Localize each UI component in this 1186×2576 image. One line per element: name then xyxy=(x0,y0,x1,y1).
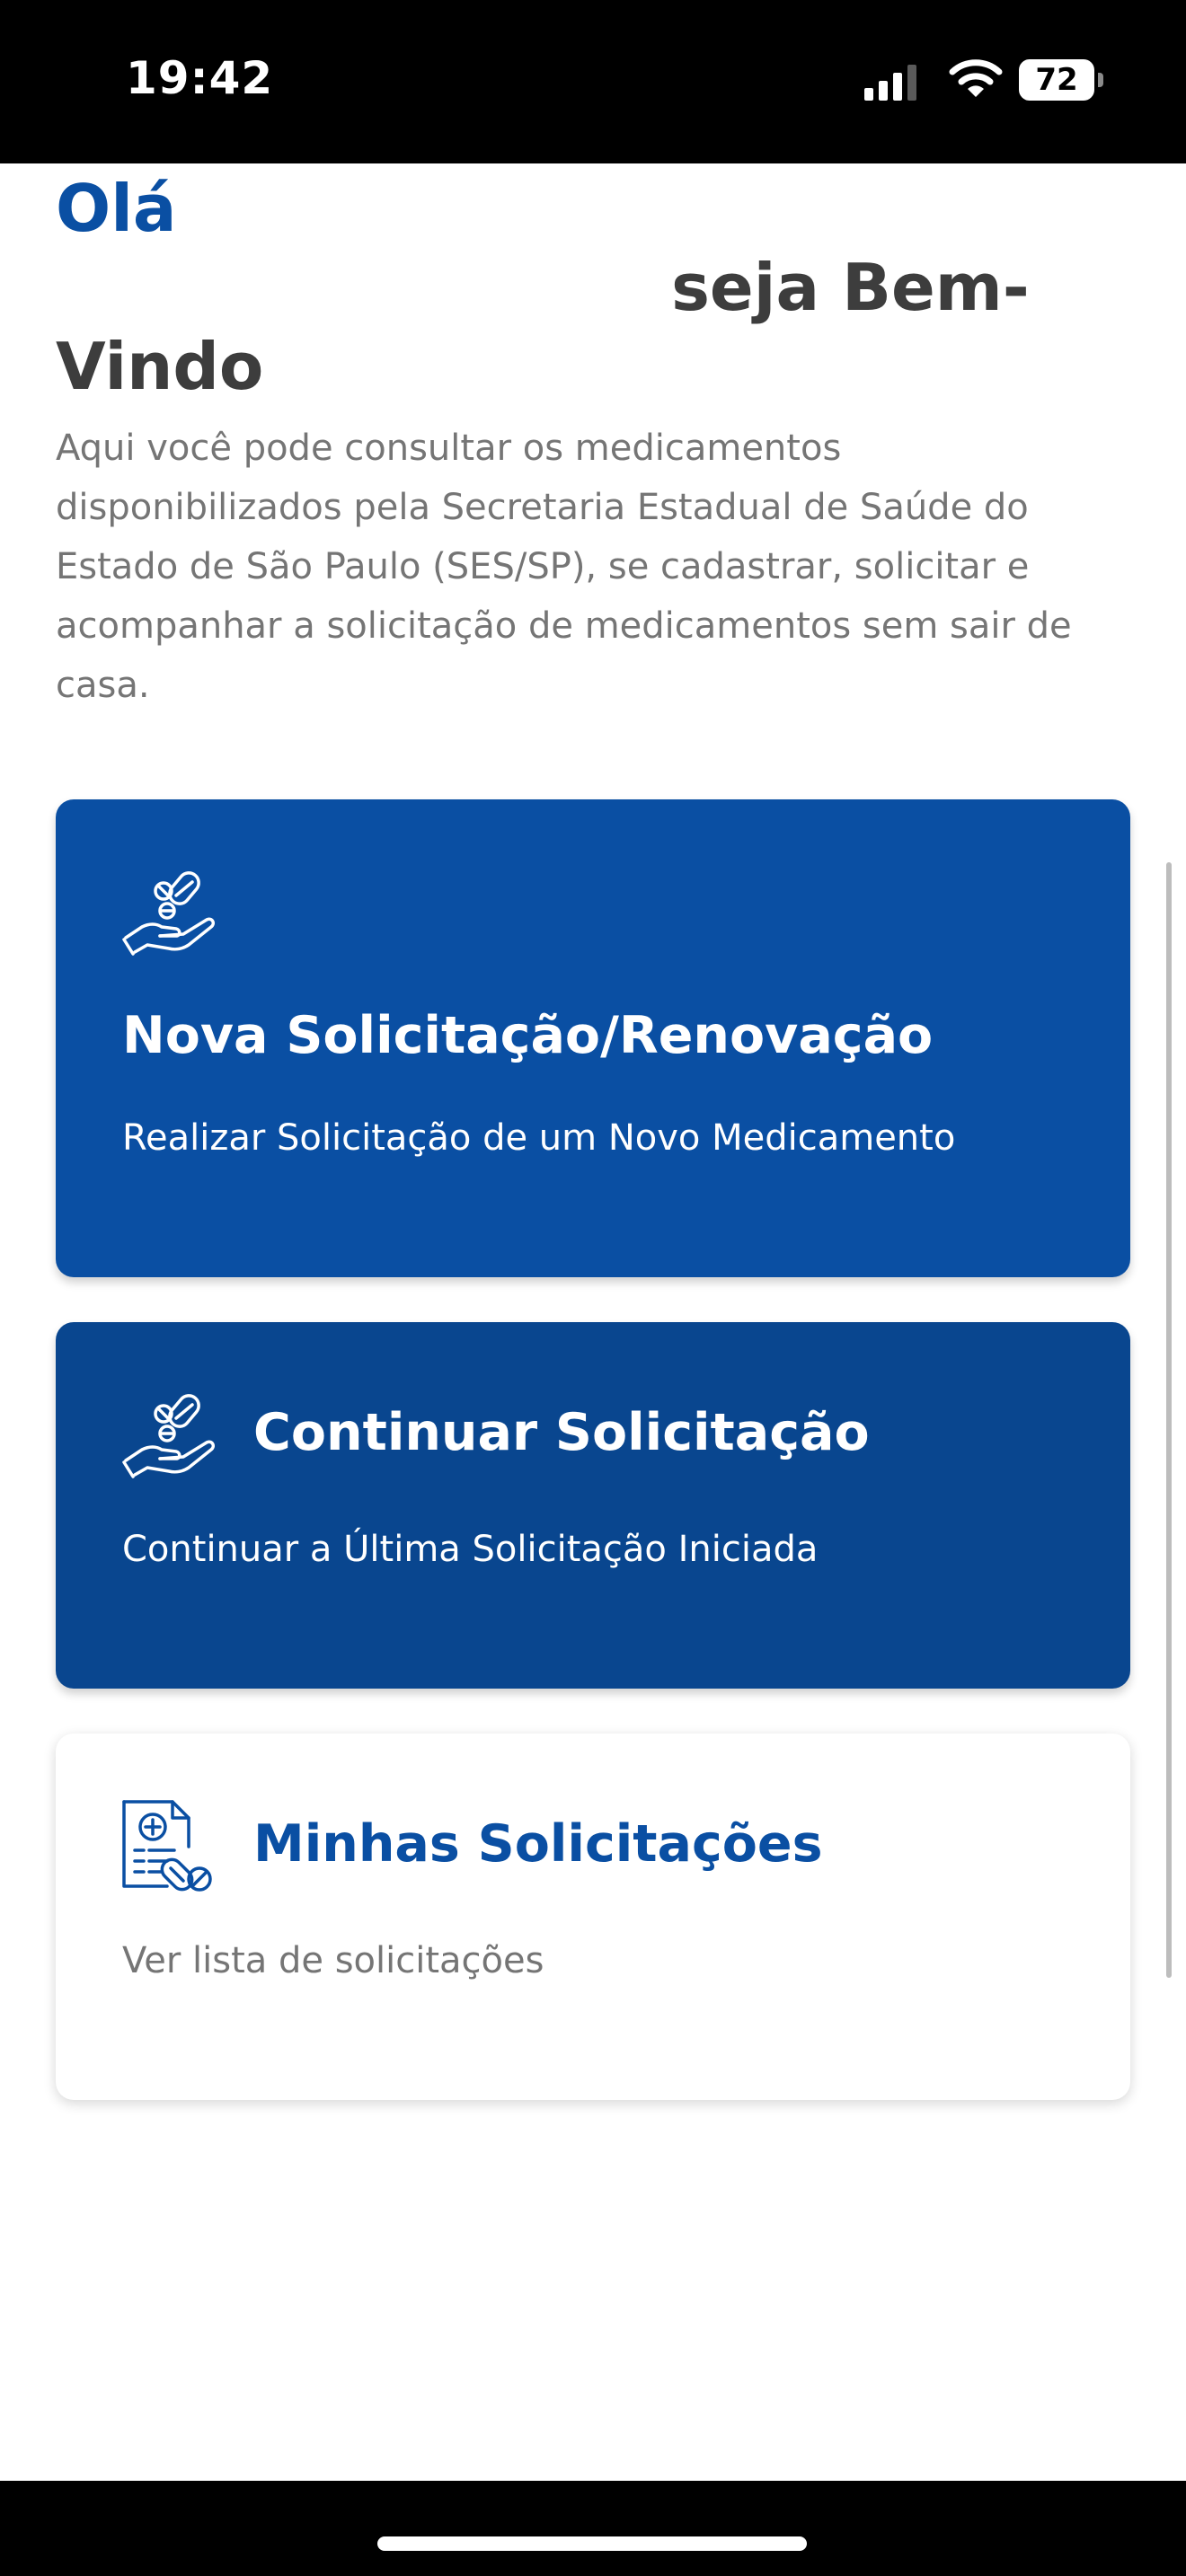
scrollbar[interactable] xyxy=(1166,862,1172,1978)
my-requests-title: Minhas Solicitações xyxy=(253,1814,823,1874)
prescription-document-icon xyxy=(122,1800,212,1892)
continue-request-card[interactable]: Continuar Solicitação Continuar a Última… xyxy=(56,1322,1130,1689)
battery-icon: 72 xyxy=(1019,59,1103,101)
greeting-welcome: seja Bem-Vindo xyxy=(56,250,1030,404)
new-request-title: Nova Solicitação/Renovação xyxy=(122,1006,934,1065)
new-request-subtitle: Realizar Solicitação de um Novo Medicame… xyxy=(122,1117,956,1159)
continue-request-subtitle: Continuar a Última Solicitação Iniciada xyxy=(122,1529,819,1570)
my-requests-card[interactable]: Minhas Solicitações Ver lista de solicit… xyxy=(56,1734,1130,2100)
status-time: 19:42 xyxy=(126,52,274,104)
home-indicator[interactable] xyxy=(377,2536,807,2551)
wifi-icon xyxy=(949,59,1003,97)
hand-pills-icon xyxy=(122,1394,215,1478)
new-request-card[interactable]: Nova Solicitação/Renovação Realizar Soli… xyxy=(56,799,1130,1277)
bottom-bar xyxy=(0,2481,1186,2576)
battery-cap xyxy=(1098,73,1103,87)
status-bar: 19:42 72 xyxy=(0,0,1186,163)
signal-icon xyxy=(864,65,916,101)
redacted-user-name xyxy=(199,195,586,231)
battery-level: 72 xyxy=(1019,59,1094,101)
greeting-heading: Olá seja Bem-Vindo xyxy=(56,169,1089,406)
intro-text: Aqui você pode consultar os medicamentos… xyxy=(56,428,1072,706)
my-requests-subtitle: Ver lista de solicitações xyxy=(122,1940,544,1981)
greeting-hello: Olá xyxy=(56,171,177,246)
redacted-user-name-continued xyxy=(56,274,649,310)
continue-request-title: Continuar Solicitação xyxy=(253,1403,870,1462)
hand-pills-icon xyxy=(122,871,215,956)
